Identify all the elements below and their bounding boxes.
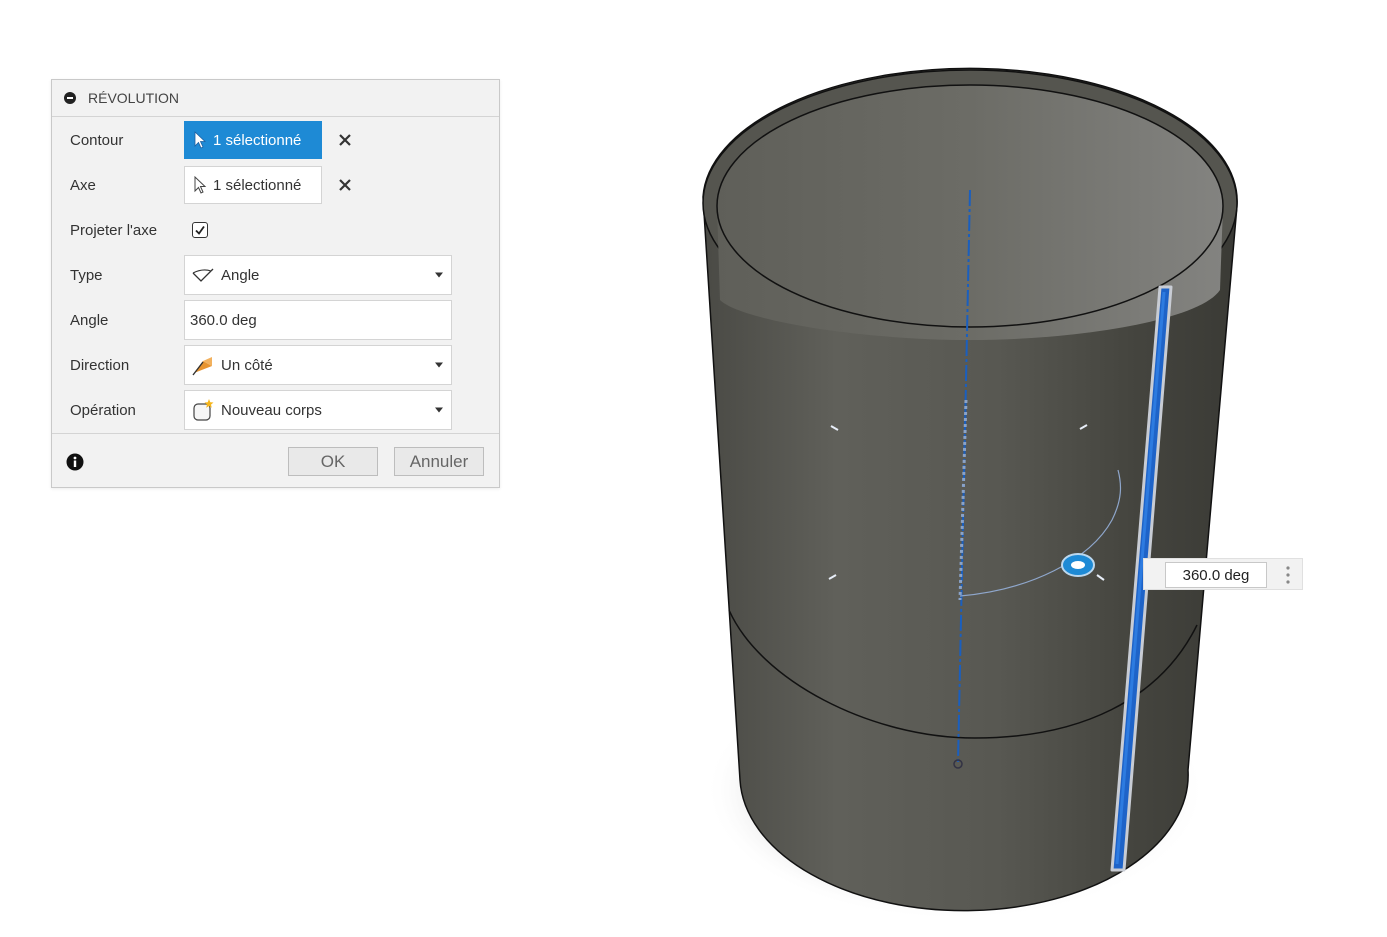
project-axis-checkbox[interactable] — [192, 222, 208, 238]
angle-type-icon — [192, 268, 214, 282]
chevron-down-icon — [435, 362, 443, 368]
operation-value: Nouveau corps — [221, 401, 322, 419]
operation-label: Opération — [70, 401, 136, 419]
chevron-down-icon — [435, 272, 443, 278]
project-axis-label: Projeter l'axe — [70, 221, 158, 239]
type-dropdown[interactable]: Angle — [184, 255, 452, 295]
row-angle: Angle — [52, 300, 499, 340]
axe-label: Axe — [70, 176, 96, 194]
viewport-angle-input[interactable] — [1165, 562, 1267, 588]
clear-axe-icon[interactable] — [335, 175, 355, 195]
contour-selection-text: 1 sélectionné — [213, 131, 302, 149]
type-label: Type — [70, 266, 103, 284]
viewport-angle-box — [1143, 558, 1303, 590]
clear-contour-icon[interactable] — [335, 130, 355, 150]
contour-label: Contour — [70, 131, 124, 149]
dialog-footer: OK Annuler — [52, 433, 499, 487]
direction-value: Un côté — [221, 356, 273, 374]
direction-dropdown[interactable]: Un côté — [184, 345, 452, 385]
checkmark-icon — [195, 225, 205, 235]
revolve-dialog: RÉVOLUTION Contour 1 sélectionné Axe 1 s… — [51, 79, 500, 488]
type-value: Angle — [221, 266, 260, 284]
row-axe: Axe 1 sélectionné — [52, 165, 499, 205]
contour-selection-button[interactable]: 1 sélectionné — [184, 121, 322, 159]
cylinder-inner-wall — [717, 85, 1223, 340]
new-body-icon — [193, 399, 214, 421]
row-operation: Opération Nouveau corps — [52, 390, 499, 430]
row-project-axis: Projeter l'axe — [52, 210, 499, 250]
direction-label: Direction — [70, 356, 130, 374]
info-icon[interactable] — [66, 453, 84, 476]
operation-dropdown[interactable]: Nouveau corps — [184, 390, 452, 430]
angle-label: Angle — [70, 311, 109, 329]
ok-button[interactable]: OK — [288, 447, 378, 476]
one-side-direction-icon — [192, 357, 212, 376]
dialog-header: RÉVOLUTION — [52, 80, 499, 117]
angle-manipulator-handle[interactable] — [1061, 553, 1095, 577]
chevron-down-icon — [435, 407, 443, 413]
dialog-title: RÉVOLUTION — [88, 90, 180, 106]
more-options-icon[interactable] — [1282, 565, 1294, 585]
axe-selection-text: 1 sélectionné — [213, 176, 302, 194]
cursor-arrow-icon — [194, 176, 207, 194]
collapse-icon[interactable] — [62, 90, 78, 106]
cursor-arrow-icon — [194, 131, 207, 149]
cancel-button[interactable]: Annuler — [394, 447, 484, 476]
row-direction: Direction Un côté — [52, 345, 499, 385]
axe-selection-button[interactable]: 1 sélectionné — [184, 166, 322, 204]
row-type: Type Angle — [52, 255, 499, 295]
angle-input[interactable] — [184, 300, 452, 340]
row-contour: Contour 1 sélectionné — [52, 120, 499, 160]
